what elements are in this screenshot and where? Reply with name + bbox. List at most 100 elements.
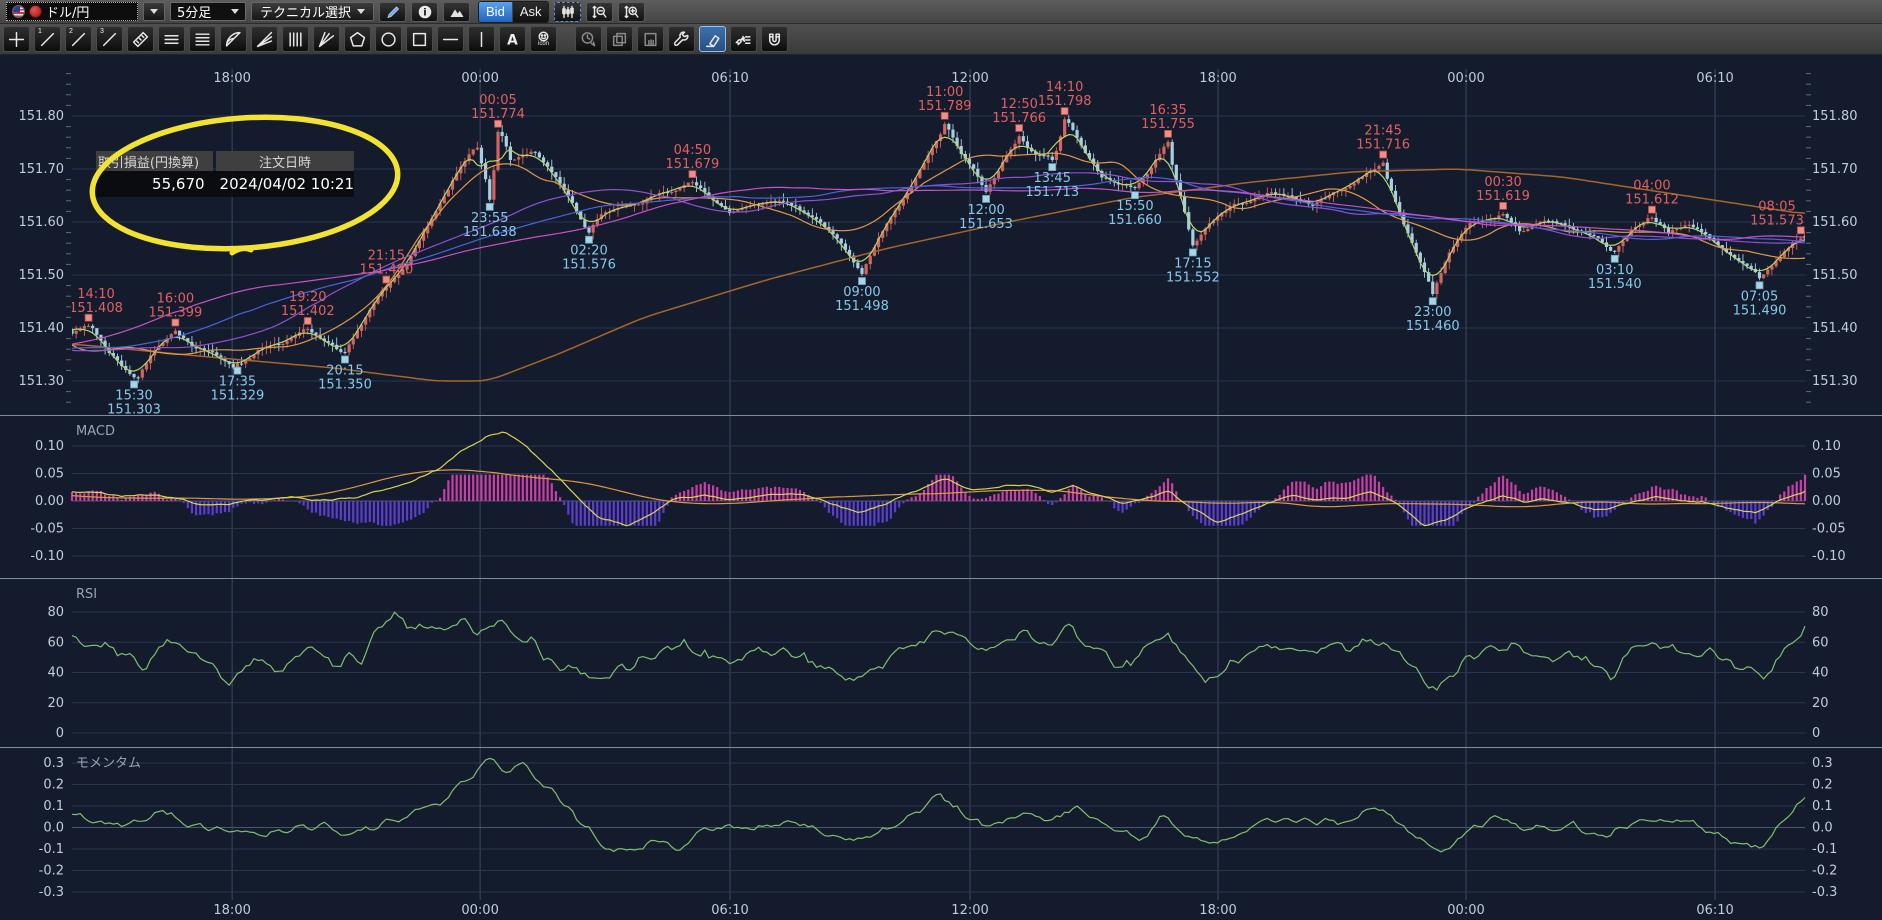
low-marker	[858, 278, 865, 285]
angle-fan-tool[interactable]	[313, 26, 340, 52]
eraser-icon	[704, 31, 721, 48]
jp-flag-icon	[29, 5, 42, 18]
ellipse-tool[interactable]	[375, 26, 402, 52]
svg-text:151.552: 151.552	[1166, 270, 1220, 285]
svg-text:03:10: 03:10	[1596, 263, 1633, 278]
svg-text:151.653: 151.653	[959, 217, 1013, 232]
ask-button[interactable]: Ask	[512, 2, 549, 22]
svg-text:151.498: 151.498	[835, 299, 889, 314]
bid-button[interactable]: Bid	[479, 2, 512, 22]
ruler-icon	[132, 31, 149, 48]
vertical-grid-tool[interactable]	[282, 26, 309, 52]
svg-text:-0.3: -0.3	[1812, 885, 1837, 900]
svg-text:0.05: 0.05	[35, 467, 64, 482]
chart-type-button[interactable]	[554, 2, 581, 22]
timeframe-label: 5分足	[177, 2, 211, 21]
vertical-line-tool[interactable]	[468, 26, 495, 52]
svg-text:19:20: 19:20	[289, 290, 326, 305]
vertical-lines-icon	[287, 31, 304, 48]
svg-text:-0.2: -0.2	[1812, 864, 1837, 879]
svg-text:151.679: 151.679	[666, 157, 720, 172]
copy-icon	[611, 31, 628, 48]
svg-text:RSI: RSI	[76, 587, 97, 602]
momentum-chart[interactable]: 0.30.30.20.20.10.10.00.0-0.1-0.1-0.2-0.2…	[0, 748, 1882, 920]
svg-text:151.755: 151.755	[1141, 117, 1195, 132]
low-marker	[1429, 298, 1436, 305]
crosshair-tool[interactable]	[3, 26, 30, 52]
svg-text:18:00: 18:00	[1199, 903, 1236, 918]
svg-text:17:35: 17:35	[219, 375, 256, 390]
svg-text:00:00: 00:00	[1447, 903, 1484, 918]
svg-text:A: A	[507, 32, 518, 48]
svg-text:151.40: 151.40	[19, 321, 65, 336]
svg-text:06:10: 06:10	[1696, 71, 1733, 86]
macd-chart[interactable]: 0.100.100.050.050.000.00-0.05-0.05-0.10-…	[0, 416, 1882, 578]
trendline-2-tool[interactable]: 2	[65, 26, 92, 52]
ruler-tool[interactable]	[127, 26, 154, 52]
parallel-lines-icon	[194, 31, 211, 48]
icon-stamp-tool[interactable]: icon	[530, 26, 557, 52]
macd-panel: 0.100.100.050.050.000.00-0.05-0.05-0.10-…	[0, 415, 1882, 578]
low-marker	[341, 356, 348, 363]
zoom-out-button[interactable]	[586, 2, 613, 22]
main-price-chart[interactable]: 18:0000:0006:1012:0018:0000:0006:10151.8…	[0, 55, 1882, 415]
trendline-3-tool[interactable]: 3	[96, 26, 123, 52]
settings-list-tool[interactable]	[730, 26, 757, 52]
rectangle-tool[interactable]	[406, 26, 433, 52]
svg-text:0.3: 0.3	[43, 756, 64, 771]
main-chart-panel: 18:0000:0006:1012:0018:0000:0006:10151.8…	[0, 55, 1882, 415]
svg-text:151.713: 151.713	[1025, 185, 1079, 200]
svg-text:0.05: 0.05	[1812, 467, 1841, 482]
eraser-tool[interactable]	[699, 26, 726, 52]
pair-dropdown-button[interactable]	[143, 2, 165, 21]
svg-text:-0.10: -0.10	[1812, 549, 1846, 564]
ma-line-2	[72, 173, 1805, 351]
low-marker	[1049, 164, 1056, 171]
horizontal-line-tool[interactable]	[437, 26, 464, 52]
currency-pair-selector[interactable]: ドル/円	[6, 2, 138, 21]
drag-tool[interactable]	[637, 26, 664, 52]
magnet-tool[interactable]	[761, 26, 788, 52]
svg-text:151.573: 151.573	[1750, 213, 1804, 228]
area-chart-button[interactable]	[443, 2, 470, 22]
fan-lines-tool[interactable]	[251, 26, 278, 52]
svg-text:151.540: 151.540	[1588, 277, 1642, 292]
wrench-tool[interactable]	[668, 26, 695, 52]
svg-text:0.0: 0.0	[43, 821, 64, 836]
svg-text:00:00: 00:00	[461, 71, 498, 86]
momentum-panel: 0.30.30.20.20.10.10.00.0-0.1-0.1-0.2-0.2…	[0, 747, 1882, 920]
fibonacci-arc-tool[interactable]	[220, 26, 247, 52]
svg-text:20: 20	[47, 696, 64, 711]
wrench-list-icon	[735, 31, 752, 48]
time-shift-tool[interactable]	[575, 26, 602, 52]
info-button[interactable]: i	[411, 2, 438, 22]
low-marker	[234, 367, 241, 374]
fan-icon	[318, 31, 335, 48]
svg-text:151.350: 151.350	[318, 378, 372, 393]
svg-text:i: i	[423, 7, 426, 18]
draw-mode-button[interactable]	[379, 2, 406, 22]
svg-text:16:00: 16:00	[157, 292, 194, 307]
svg-text:151.80: 151.80	[1812, 109, 1858, 124]
zoom-in-button[interactable]	[618, 2, 645, 22]
text-tool[interactable]: A	[499, 26, 526, 52]
svg-text:12:00: 12:00	[951, 903, 988, 918]
technical-indicator-button[interactable]: テクニカル選択	[251, 2, 374, 21]
svg-text:-0.05: -0.05	[30, 522, 64, 537]
svg-text:13:45: 13:45	[1034, 171, 1071, 186]
svg-text:15:50: 15:50	[1116, 199, 1153, 214]
svg-text:MACD: MACD	[76, 424, 115, 439]
svg-text:151.399: 151.399	[149, 306, 203, 321]
svg-text:20: 20	[1812, 696, 1829, 711]
momentum-line	[72, 758, 1805, 851]
copy-tool[interactable]	[606, 26, 633, 52]
svg-text:23:55: 23:55	[471, 211, 508, 226]
parallel-lines-3-tool[interactable]	[158, 26, 185, 52]
parallel-lines-4-tool[interactable]	[189, 26, 216, 52]
pentagon-tool[interactable]	[344, 26, 371, 52]
candlestick-icon	[560, 4, 576, 20]
timeframe-select[interactable]: 5分足	[170, 2, 246, 21]
svg-text:151.798: 151.798	[1038, 94, 1092, 109]
rsi-chart[interactable]: 808060604040202000RSI	[0, 579, 1882, 747]
trendline-1-tool[interactable]: 1	[34, 26, 61, 52]
